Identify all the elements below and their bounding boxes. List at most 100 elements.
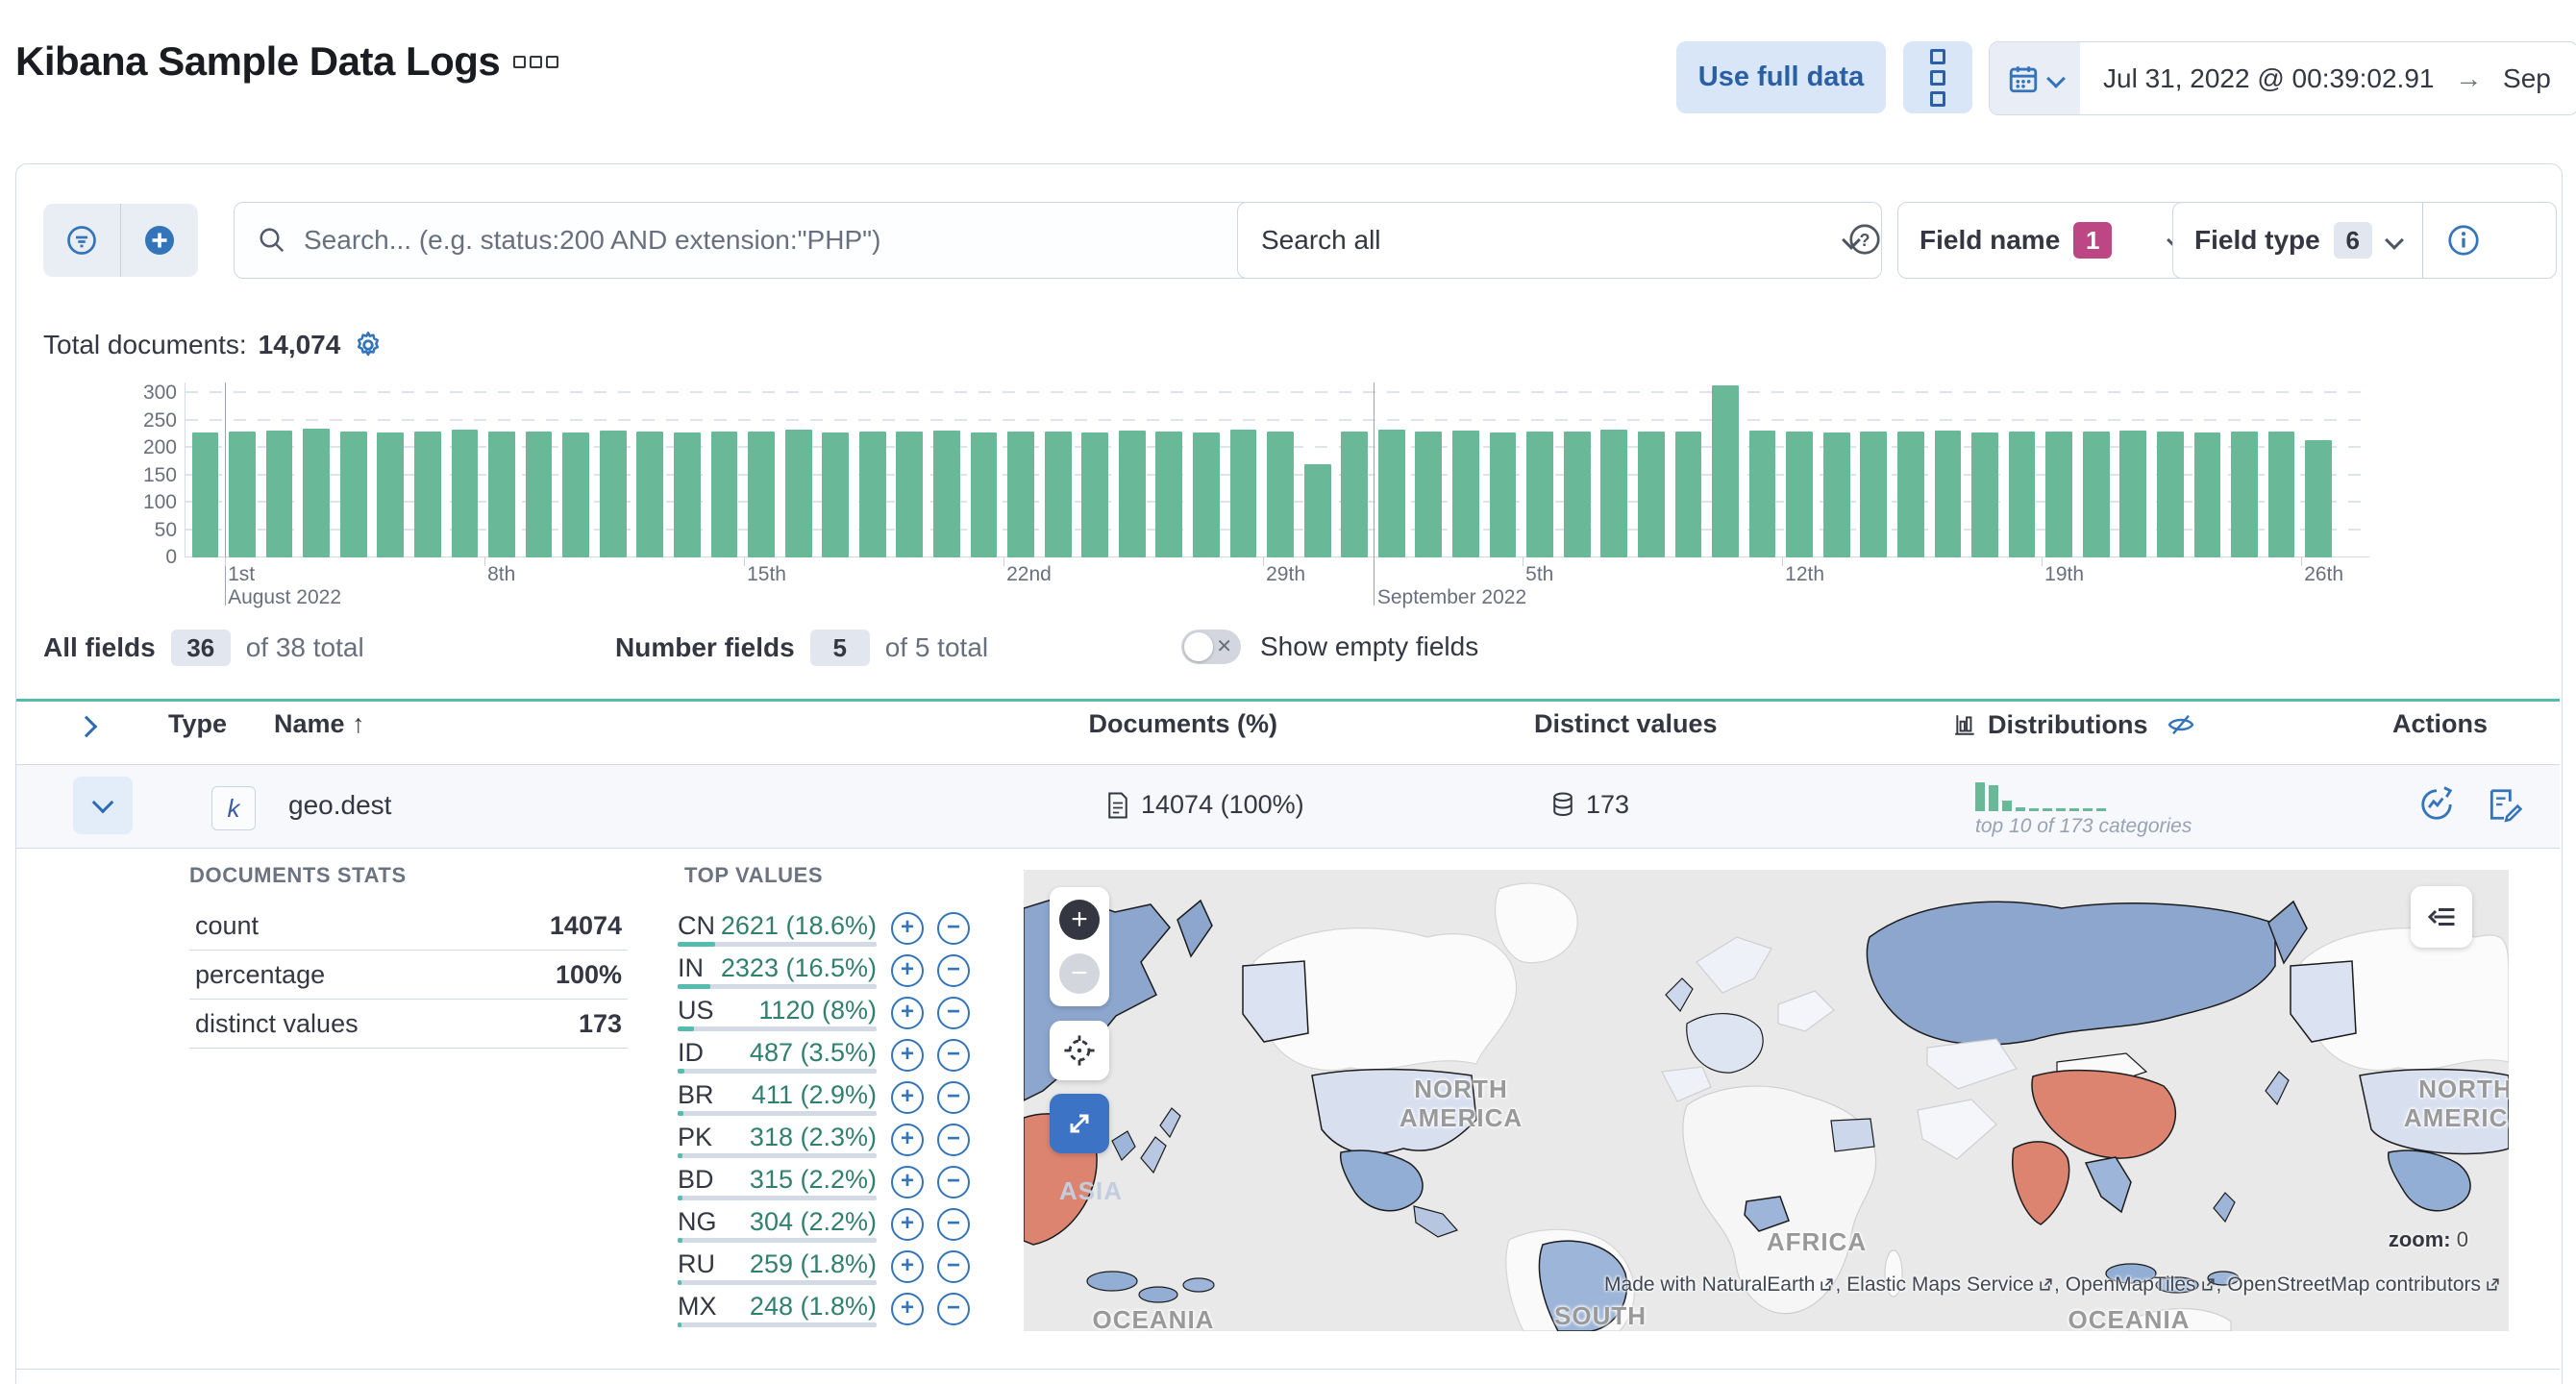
calendar-dropdown-button[interactable] — [1990, 42, 2080, 114]
attribution-link[interactable]: Elastic Maps Service — [1846, 1273, 2034, 1296]
attribution-link[interactable]: OpenMapTiles — [2066, 1273, 2196, 1296]
filter-for-value-button[interactable]: + — [891, 1293, 924, 1325]
world-map[interactable]: NORTH AMERICA NORTH AMERICA AFRICA SOUTH AM… — [1024, 870, 2509, 1331]
map-region-label: AFRICA — [1766, 1227, 1868, 1256]
filter-for-value-button[interactable]: + — [891, 912, 924, 945]
map-legend-button[interactable] — [2411, 886, 2472, 948]
search-all-select[interactable]: Search all — [1237, 202, 1882, 279]
column-header-distinct-values[interactable]: Distinct values — [1534, 709, 1718, 739]
histogram-bar — [2231, 431, 2258, 557]
filter-out-value-button[interactable]: − — [937, 1081, 970, 1114]
filter-out-value-button[interactable]: − — [937, 1208, 970, 1241]
search-input[interactable] — [302, 224, 1240, 257]
filter-for-value-button[interactable]: + — [891, 1039, 924, 1072]
explore-in-lens-icon[interactable] — [2418, 786, 2455, 823]
histogram-bar — [822, 432, 850, 557]
expand-map-button[interactable] — [1050, 1094, 1109, 1153]
collapse-row-button[interactable] — [73, 777, 133, 834]
fit-to-data-button[interactable] — [1050, 1021, 1109, 1080]
filter-for-value-button[interactable]: + — [891, 997, 924, 1029]
histogram-bar — [896, 432, 924, 557]
histogram-bar — [1674, 432, 1702, 557]
filter-out-value-button[interactable]: − — [937, 997, 970, 1029]
map-attribution[interactable]: Made with NaturalEarth, Elastic Maps Ser… — [1604, 1273, 2501, 1297]
filter-button[interactable] — [43, 204, 120, 277]
histogram-bar — [933, 431, 960, 557]
filter-for-value-button[interactable]: + — [891, 954, 924, 987]
filter-for-value-button[interactable]: + — [891, 1124, 924, 1156]
add-filter-button[interactable] — [121, 204, 198, 277]
expand-all-button[interactable] — [75, 715, 98, 739]
histogram-bar — [1637, 431, 1665, 557]
total-documents-value: 14,074 — [258, 330, 341, 359]
zoom-out-button[interactable]: − — [1059, 953, 1100, 994]
date-range-end[interactable]: Sep — [2503, 63, 2551, 93]
top-value-bar-track — [678, 984, 877, 989]
field-name-geo-dest[interactable]: geo.dest — [288, 790, 391, 821]
histogram-bar — [1044, 431, 1072, 557]
histogram-bar — [1860, 431, 1888, 557]
column-header-type[interactable]: Type — [168, 709, 227, 739]
use-full-data-button[interactable]: Use full data — [1676, 41, 1886, 113]
histogram-bar — [1489, 432, 1517, 557]
top-value-bar-track — [678, 1322, 877, 1327]
top-value-amount: 315 (2.2%) — [749, 1165, 877, 1194]
title-options-icon[interactable] — [513, 55, 559, 68]
date-range-start[interactable]: Jul 31, 2022 @ 00:39:02.91 → Sep — [2080, 63, 2561, 94]
histogram-bar — [1452, 431, 1479, 557]
field-name-filter-button[interactable]: Field name 1 — [1897, 202, 2205, 279]
stat-label: percentage — [195, 959, 326, 989]
gear-icon[interactable] — [352, 329, 384, 361]
filter-out-value-button[interactable]: − — [937, 1124, 970, 1156]
filter-out-value-button[interactable]: − — [937, 1166, 970, 1199]
expand-icon — [1070, 1114, 1089, 1133]
top-value-row: US 1120 (8%) + − — [678, 996, 976, 1038]
filter-out-value-button[interactable]: − — [937, 954, 970, 987]
documents-stats-table: count 14074 percentage 100% distinct values 1… — [189, 902, 628, 1049]
column-header-distributions[interactable]: Distributions — [1953, 709, 2196, 740]
external-link-icon — [2487, 1278, 2499, 1291]
filter-for-value-button[interactable]: + — [891, 1166, 924, 1199]
map-zoom-level: zoom: 0 — [2388, 1227, 2468, 1251]
database-icon — [1553, 792, 1573, 816]
top-value-bar-fill — [678, 1026, 694, 1031]
stat-value: 14074 — [549, 910, 622, 940]
histogram-bar — [1303, 464, 1331, 557]
date-range-picker[interactable]: Jul 31, 2022 @ 00:39:02.91 → Sep — [1989, 41, 2576, 115]
attribution-link[interactable]: OpenStreetMap contributors — [2227, 1273, 2481, 1296]
filter-out-value-button[interactable]: − — [937, 1293, 970, 1325]
filter-for-value-button[interactable]: + — [891, 1081, 924, 1114]
filter-for-value-button[interactable]: + — [891, 1208, 924, 1241]
edit-field-icon[interactable] — [2486, 786, 2522, 823]
help-icon[interactable]: ? — [1847, 222, 1882, 257]
filter-out-value-button[interactable]: − — [937, 912, 970, 945]
top-value-bar-fill — [678, 1153, 682, 1158]
column-header-name[interactable]: Name ↑ — [274, 709, 365, 739]
y-tick-label: 50 — [154, 518, 177, 541]
field-type-filter-button[interactable]: Field type — [2194, 225, 2320, 256]
zoom-in-button[interactable]: + — [1059, 900, 1100, 940]
column-header-documents[interactable]: Documents (%) — [1066, 709, 1277, 739]
filter-out-value-button[interactable]: − — [937, 1250, 970, 1283]
mini-bar — [2002, 800, 2012, 811]
stat-row: percentage 100% — [189, 951, 628, 1000]
eye-closed-icon[interactable] — [2166, 709, 2196, 740]
histogram-bar — [2119, 431, 2147, 557]
top-value-bar-track — [678, 942, 877, 947]
vertical-dots-icon — [1930, 48, 1945, 107]
top-value-row: CN 2621 (18.6%) + − — [678, 911, 976, 953]
filter-for-value-button[interactable]: + — [891, 1250, 924, 1283]
info-icon[interactable] — [2446, 223, 2481, 258]
top-value-bar-fill — [678, 1111, 683, 1116]
attribution-link[interactable]: Made with NaturalEarth — [1604, 1273, 1815, 1296]
more-options-button[interactable] — [1903, 41, 1972, 113]
top-value-bar-track — [678, 1153, 877, 1158]
histogram-bar — [377, 432, 405, 557]
filter-out-value-button[interactable]: − — [937, 1039, 970, 1072]
mini-bar — [2016, 806, 2025, 811]
top-value-bar-track — [678, 1280, 877, 1285]
mini-bar — [2096, 808, 2106, 811]
show-empty-fields-toggle[interactable]: ✕ — [1181, 630, 1241, 664]
top-value-bar-fill — [678, 942, 715, 947]
field-type-count-badge: 6 — [2333, 222, 2372, 259]
